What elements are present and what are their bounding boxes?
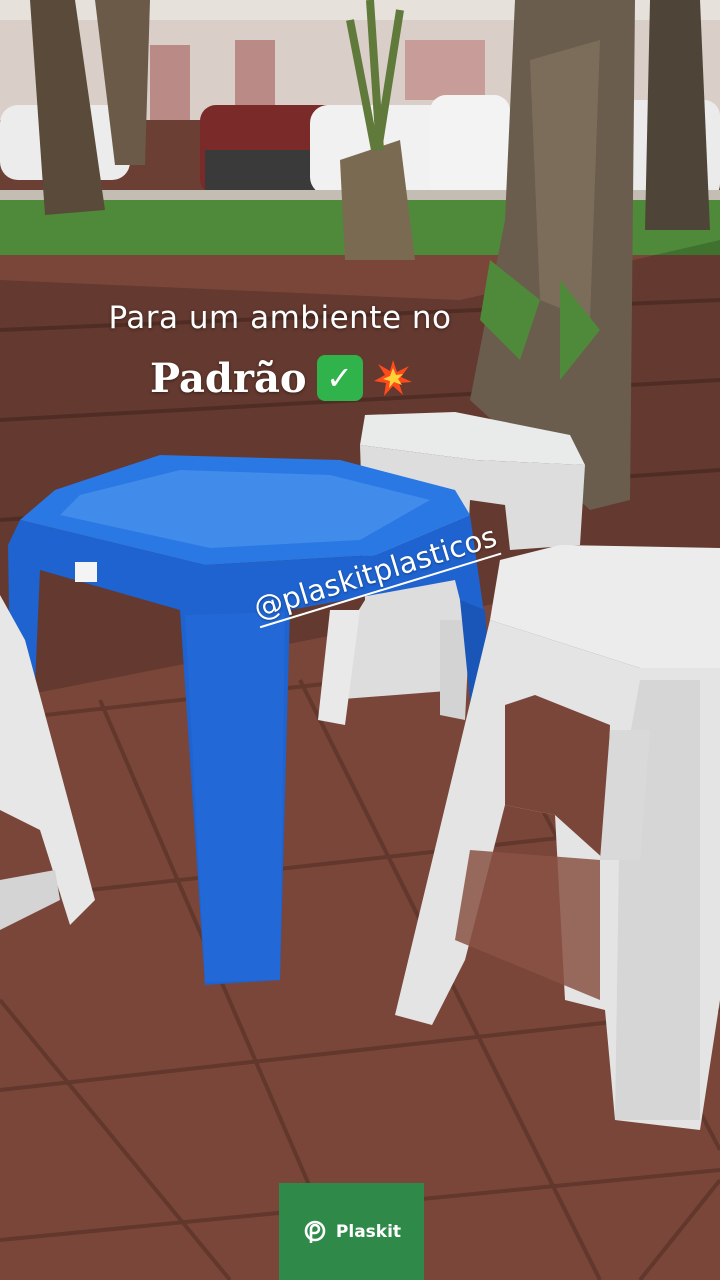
- check-mark-icon: ✓: [316, 355, 363, 401]
- brand-badge[interactable]: Plaskit: [279, 1183, 424, 1280]
- collision-spark-icon: [373, 360, 412, 396]
- photo-scene: [0, 0, 720, 1280]
- brand-name: Plaskit: [335, 1221, 402, 1242]
- caption-line-2: Padrão ✓: [150, 352, 413, 404]
- caption-line-1: Para um ambiente no: [108, 300, 452, 336]
- plaskit-logo-icon: [304, 1220, 326, 1243]
- caption-word-padrao: Padrão: [150, 354, 307, 402]
